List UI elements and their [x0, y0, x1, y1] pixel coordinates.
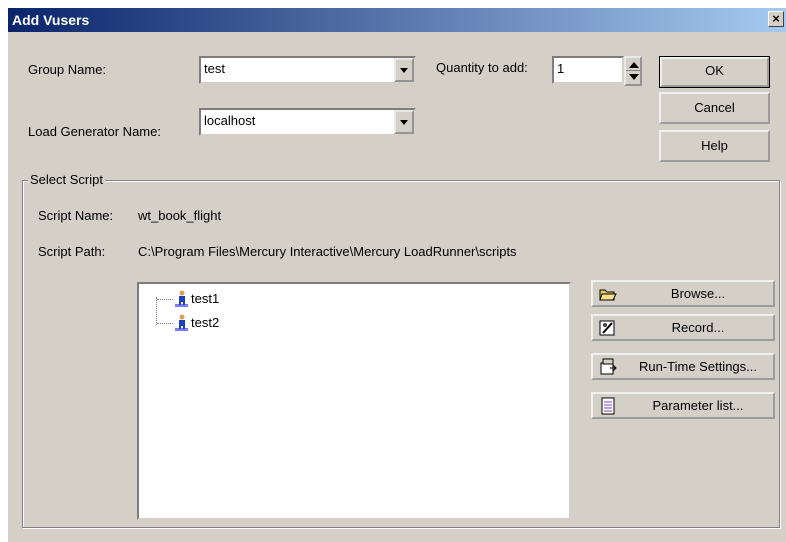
- record-button-label: Record...: [671, 320, 725, 335]
- load-generator-label: Load Generator Name:: [28, 124, 161, 139]
- tree-connector: [157, 299, 173, 300]
- browse-button[interactable]: Browse...: [591, 280, 775, 307]
- script-name-value: wt_book_flight: [138, 208, 222, 223]
- help-button[interactable]: Help: [659, 130, 770, 162]
- spin-down-icon[interactable]: [629, 74, 639, 80]
- ok-button[interactable]: OK: [659, 56, 770, 88]
- chevron-down-icon: [400, 68, 408, 73]
- quantity-stepper[interactable]: [624, 56, 642, 86]
- spin-divider: [626, 70, 640, 71]
- close-button[interactable]: ×: [768, 11, 784, 27]
- runtime-settings-label: Run-Time Settings...: [638, 359, 757, 374]
- group-name-label: Group Name:: [28, 62, 107, 77]
- chevron-down-icon: [400, 120, 408, 125]
- script-item-label: test1: [191, 291, 220, 306]
- browse-button-label: Browse...: [670, 286, 726, 301]
- tree-item-test2[interactable]: test2: [139, 314, 339, 332]
- load-generator-dropdown-button[interactable]: [394, 110, 414, 134]
- load-generator-value: localhost: [204, 113, 256, 128]
- script-path-label: Script Path:: [38, 244, 106, 259]
- parameter-list-button[interactable]: Parameter list...: [591, 392, 775, 419]
- group-name-combobox[interactable]: test: [199, 56, 416, 84]
- parameter-list-label: Parameter list...: [652, 398, 744, 413]
- vuser-script-icon: [175, 314, 188, 331]
- select-script-legend: Select Script: [28, 172, 105, 187]
- cancel-button[interactable]: Cancel: [659, 92, 770, 124]
- ok-button-label: OK: [705, 63, 724, 78]
- vuser-script-icon: [175, 290, 188, 307]
- group-name-value: test: [204, 61, 225, 76]
- quantity-input[interactable]: 1: [552, 56, 624, 84]
- runtime-settings-button[interactable]: Run-Time Settings...: [591, 353, 775, 380]
- script-item-label: test2: [191, 315, 220, 330]
- load-generator-combobox[interactable]: localhost: [199, 108, 416, 136]
- spin-up-icon[interactable]: [629, 62, 639, 68]
- title-bar: Add Vusers ×: [8, 8, 786, 32]
- script-name-label: Script Name:: [38, 208, 114, 223]
- quantity-value: 1: [557, 61, 565, 76]
- script-path-value: C:\Program Files\Mercury Interactive\Mer…: [138, 244, 517, 259]
- record-button[interactable]: Record...: [591, 314, 775, 341]
- tree-item-test1[interactable]: test1: [139, 290, 339, 308]
- quantity-label: Quantity to add:: [436, 60, 528, 75]
- group-name-dropdown-button[interactable]: [394, 58, 414, 82]
- window-title: Add Vusers: [12, 12, 90, 28]
- tree-connector: [157, 323, 173, 324]
- script-tree[interactable]: test1 test2: [137, 282, 571, 520]
